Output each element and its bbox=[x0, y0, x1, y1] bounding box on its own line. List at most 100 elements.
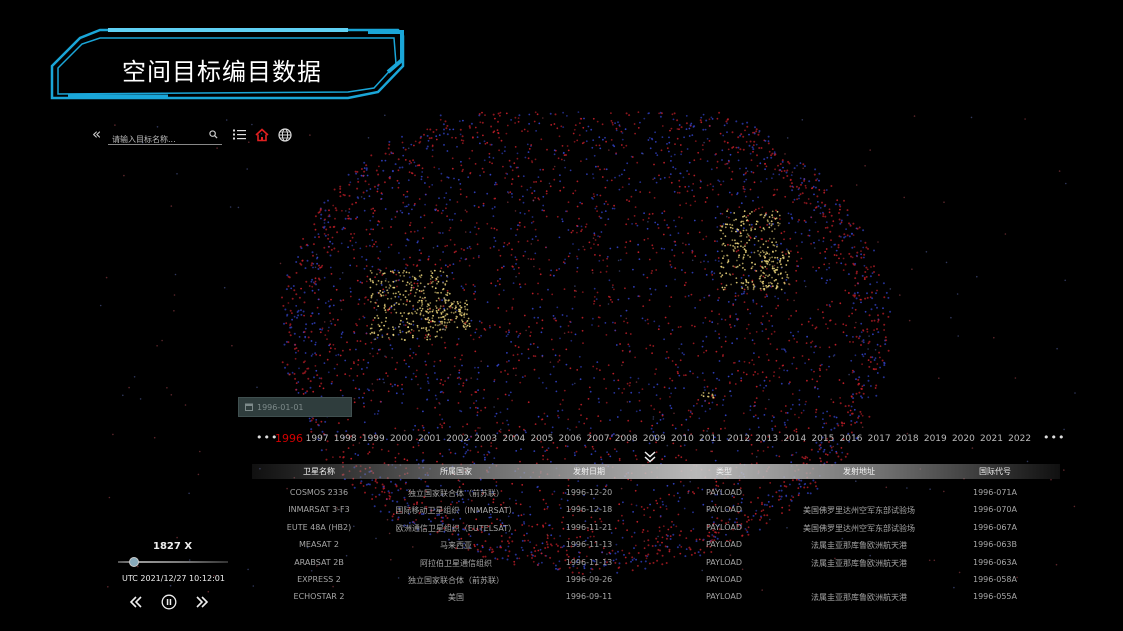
col-header-launch-date[interactable]: 发射日期 bbox=[573, 466, 605, 477]
cell-country: 国际移动卫星组织（INMARSAT） bbox=[395, 506, 517, 516]
table-row[interactable]: ARABSAT 2B 阿拉伯卫星通信组织 1996-11-13 PAYLOAD 法属圭亚… bbox=[252, 555, 1060, 572]
years-next-more[interactable]: ••• bbox=[1043, 431, 1065, 444]
year-2022[interactable]: 2022 bbox=[1008, 434, 1031, 444]
cell-type: PAYLOAD bbox=[705, 575, 743, 584]
year-2006[interactable]: 2006 bbox=[559, 434, 582, 444]
cell-intl-code: 1996-070A bbox=[973, 505, 1017, 515]
year-1998[interactable]: 1998 bbox=[334, 434, 357, 444]
rewind-icon[interactable] bbox=[128, 594, 144, 610]
year-2021[interactable]: 2021 bbox=[980, 434, 1003, 444]
cell-type: PAYLOAD bbox=[705, 522, 743, 532]
year-2010[interactable]: 2010 bbox=[671, 434, 694, 444]
cell-launch-date: 1996-12-18 bbox=[565, 505, 613, 515]
year-2020[interactable]: 2020 bbox=[952, 434, 975, 444]
search-icon[interactable] bbox=[209, 130, 218, 139]
cell-launch-site: 法属圭亚那库鲁欧洲航天港 bbox=[811, 558, 907, 568]
page-title: 空间目标编目数据 bbox=[122, 58, 322, 86]
year-2008[interactable]: 2008 bbox=[615, 434, 638, 444]
year-2001[interactable]: 2001 bbox=[418, 434, 441, 444]
col-header-country[interactable]: 所属国家 bbox=[440, 466, 472, 477]
year-timeline: ••• 1996 1997 1998 1999 2000 2001 2002 2003 2004… bbox=[254, 431, 1064, 448]
cell-name: COSMOS 2336 bbox=[289, 488, 349, 497]
year-2005[interactable]: 2005 bbox=[530, 434, 553, 444]
cell-intl-code: 1996-063B bbox=[972, 540, 1018, 550]
year-2007[interactable]: 2007 bbox=[587, 434, 610, 444]
year-2009[interactable]: 2009 bbox=[643, 434, 666, 444]
cell-name: INMARSAT 3-F3 bbox=[288, 505, 350, 515]
cell-intl-code: 1996-071A bbox=[973, 488, 1017, 497]
calendar-icon bbox=[245, 403, 253, 411]
cell-country: 独立国家联合体（前苏联） bbox=[408, 576, 504, 585]
cell-country: 美国 bbox=[448, 593, 464, 603]
toolbar: « bbox=[88, 124, 308, 148]
year-2013[interactable]: 2013 bbox=[755, 434, 778, 444]
year-2003[interactable]: 2003 bbox=[474, 434, 497, 444]
chevrons-down-icon[interactable] bbox=[643, 450, 657, 464]
cell-type: PAYLOAD bbox=[705, 592, 743, 602]
cell-type: PAYLOAD bbox=[705, 505, 743, 515]
cell-name: ARABSAT 2B bbox=[294, 557, 344, 567]
cell-type: PAYLOAD bbox=[705, 488, 743, 497]
table-row[interactable]: MEASAT 2 马来西亚 1996-11-13 PAYLOAD 法属圭亚那库鲁欧洲航天… bbox=[252, 537, 1060, 554]
year-1997[interactable]: 1997 bbox=[306, 434, 329, 444]
table-row[interactable]: INMARSAT 3-F3 国际移动卫星组织（INMARSAT） 1996-12-1… bbox=[252, 502, 1060, 519]
cell-intl-code: 1996-055A bbox=[973, 592, 1017, 602]
collapse-left-icon[interactable]: « bbox=[92, 127, 104, 142]
col-header-intl-code[interactable]: 国际代号 bbox=[979, 466, 1011, 477]
table-row[interactable]: EXPRESS 2 独立国家联合体（前苏联） 1996-09-26 PAYLOAD 19… bbox=[252, 572, 1060, 589]
cell-launch-date: 1996-11-13 bbox=[565, 540, 613, 550]
cell-country: 阿拉伯卫星通信组织 bbox=[420, 558, 492, 568]
pause-icon[interactable] bbox=[161, 594, 177, 610]
cell-intl-code: 1996-063A bbox=[973, 557, 1017, 567]
year-2014[interactable]: 2014 bbox=[783, 434, 806, 444]
table-row[interactable]: ECHOSTAR 2 美国 1996-09-11 PAYLOAD 法属圭亚那库鲁欧洲航天… bbox=[252, 589, 1060, 606]
cell-country: 独立国家联合体（前苏联） bbox=[408, 489, 504, 498]
fast-forward-icon[interactable] bbox=[194, 594, 210, 610]
cell-launch-site: 美国佛罗里达州空军东部试验场 bbox=[803, 523, 915, 533]
cell-name: MEASAT 2 bbox=[298, 540, 340, 550]
home-icon[interactable] bbox=[255, 128, 269, 142]
year-2019[interactable]: 2019 bbox=[924, 434, 947, 444]
cell-type: PAYLOAD bbox=[705, 540, 743, 550]
year-2004[interactable]: 2004 bbox=[502, 434, 525, 444]
year-2002[interactable]: 2002 bbox=[446, 434, 469, 444]
table-row[interactable]: COSMOS 2336 独立国家联合体（前苏联） 1996-12-20 PAYLOAD… bbox=[252, 485, 1060, 502]
search-input[interactable] bbox=[108, 132, 208, 147]
col-header-launch-site[interactable]: 发射地址 bbox=[843, 466, 875, 477]
cell-launch-date: 1996-09-26 bbox=[565, 575, 613, 584]
table-row[interactable]: EUTE 48A (HB2) 欧洲通信卫星组织（EUTELSAT） 1996-11-… bbox=[252, 520, 1060, 537]
year-2016[interactable]: 2016 bbox=[840, 434, 863, 444]
year-2000[interactable]: 2000 bbox=[390, 434, 413, 444]
cell-country: 马来西亚 bbox=[440, 541, 472, 551]
col-header-name[interactable]: 卫星名称 bbox=[303, 466, 335, 477]
cell-launch-site: 法属圭亚那库鲁欧洲航天港 bbox=[811, 541, 907, 551]
cell-intl-code: 1996-067A bbox=[973, 522, 1017, 532]
satellite-table-header: 卫星名称 所属国家 发射日期 类型 发射地址 国际代号 bbox=[252, 464, 1060, 479]
col-header-type[interactable]: 类型 bbox=[716, 466, 732, 477]
year-2017[interactable]: 2017 bbox=[868, 434, 891, 444]
cell-launch-date: 1996-11-21 bbox=[565, 522, 613, 532]
date-badge[interactable]: 1996-01-01 bbox=[238, 397, 352, 417]
cell-launch-site: 法属圭亚那库鲁欧洲航天港 bbox=[811, 593, 907, 603]
cell-intl-code: 1996-058A bbox=[973, 575, 1017, 584]
date-badge-text: 1996-01-01 bbox=[257, 402, 304, 412]
year-2015[interactable]: 2015 bbox=[811, 434, 834, 444]
cell-name: EUTE 48A (HB2) bbox=[286, 522, 352, 532]
list-icon[interactable] bbox=[233, 129, 246, 140]
cell-launch-site: 美国佛罗里达州空军东部试验场 bbox=[803, 506, 915, 516]
year-2011[interactable]: 2011 bbox=[699, 434, 722, 444]
cell-type: PAYLOAD bbox=[705, 557, 743, 567]
year-2018[interactable]: 2018 bbox=[896, 434, 919, 444]
playback-speed: 1827 X bbox=[153, 541, 193, 552]
cell-country: 欧洲通信卫星组织（EUTELSAT） bbox=[395, 523, 517, 533]
year-1999[interactable]: 1999 bbox=[362, 434, 385, 444]
cell-launch-date: 1996-09-11 bbox=[565, 592, 613, 602]
globe-icon[interactable] bbox=[278, 128, 292, 142]
cell-launch-date: 1996-11-13 bbox=[565, 557, 613, 567]
utc-time: UTC 2021/12/27 10:12:01 bbox=[122, 574, 225, 583]
year-1996[interactable]: 1996 bbox=[275, 432, 303, 445]
year-2012[interactable]: 2012 bbox=[727, 434, 750, 444]
cell-name: ECHOSTAR 2 bbox=[293, 592, 345, 602]
search-box bbox=[108, 127, 222, 147]
cell-launch-date: 1996-12-20 bbox=[565, 488, 613, 497]
